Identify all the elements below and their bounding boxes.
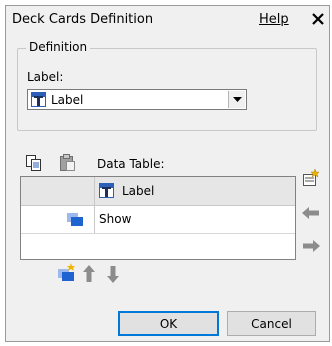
table-row[interactable]: Show: [21, 205, 295, 234]
text-field-icon: [99, 183, 114, 201]
new-item-icon[interactable]: [302, 168, 320, 190]
chevron-down-icon[interactable]: [228, 91, 245, 108]
ok-button[interactable]: OK: [118, 311, 219, 336]
add-layer-icon[interactable]: [58, 263, 76, 284]
table-row[interactable]: Label: [21, 177, 295, 206]
dialog-window: Deck Cards Definition Help Definition La…: [5, 5, 330, 342]
data-table-caption: Data Table:: [97, 157, 165, 171]
label-caption: Label:: [27, 70, 64, 84]
definition-group-label: Definition: [26, 40, 91, 54]
paste-icon[interactable]: [59, 154, 77, 172]
arrow-left-icon[interactable]: [302, 206, 320, 223]
title-bar: Deck Cards Definition Help: [6, 6, 329, 36]
label-dropdown-value: Label: [51, 93, 84, 107]
arrow-right-icon[interactable]: [302, 239, 320, 256]
cancel-button[interactable]: Cancel: [227, 311, 316, 336]
arrow-up-icon[interactable]: [82, 265, 96, 286]
layer-icon: [67, 213, 83, 229]
table-cell-value: Show: [99, 212, 132, 226]
close-icon[interactable]: [310, 11, 326, 27]
copy-icon[interactable]: [25, 154, 43, 172]
definition-group: Definition Label: Label: [17, 40, 317, 131]
table-cell-value: Label: [122, 184, 155, 198]
text-field-icon: [31, 92, 46, 107]
column-divider: [94, 177, 95, 233]
data-table: Label Show: [20, 176, 296, 260]
label-dropdown[interactable]: Label: [27, 89, 247, 110]
dialog-title: Deck Cards Definition: [12, 12, 154, 27]
arrow-down-icon[interactable]: [106, 265, 120, 286]
help-link[interactable]: Help: [259, 12, 289, 27]
